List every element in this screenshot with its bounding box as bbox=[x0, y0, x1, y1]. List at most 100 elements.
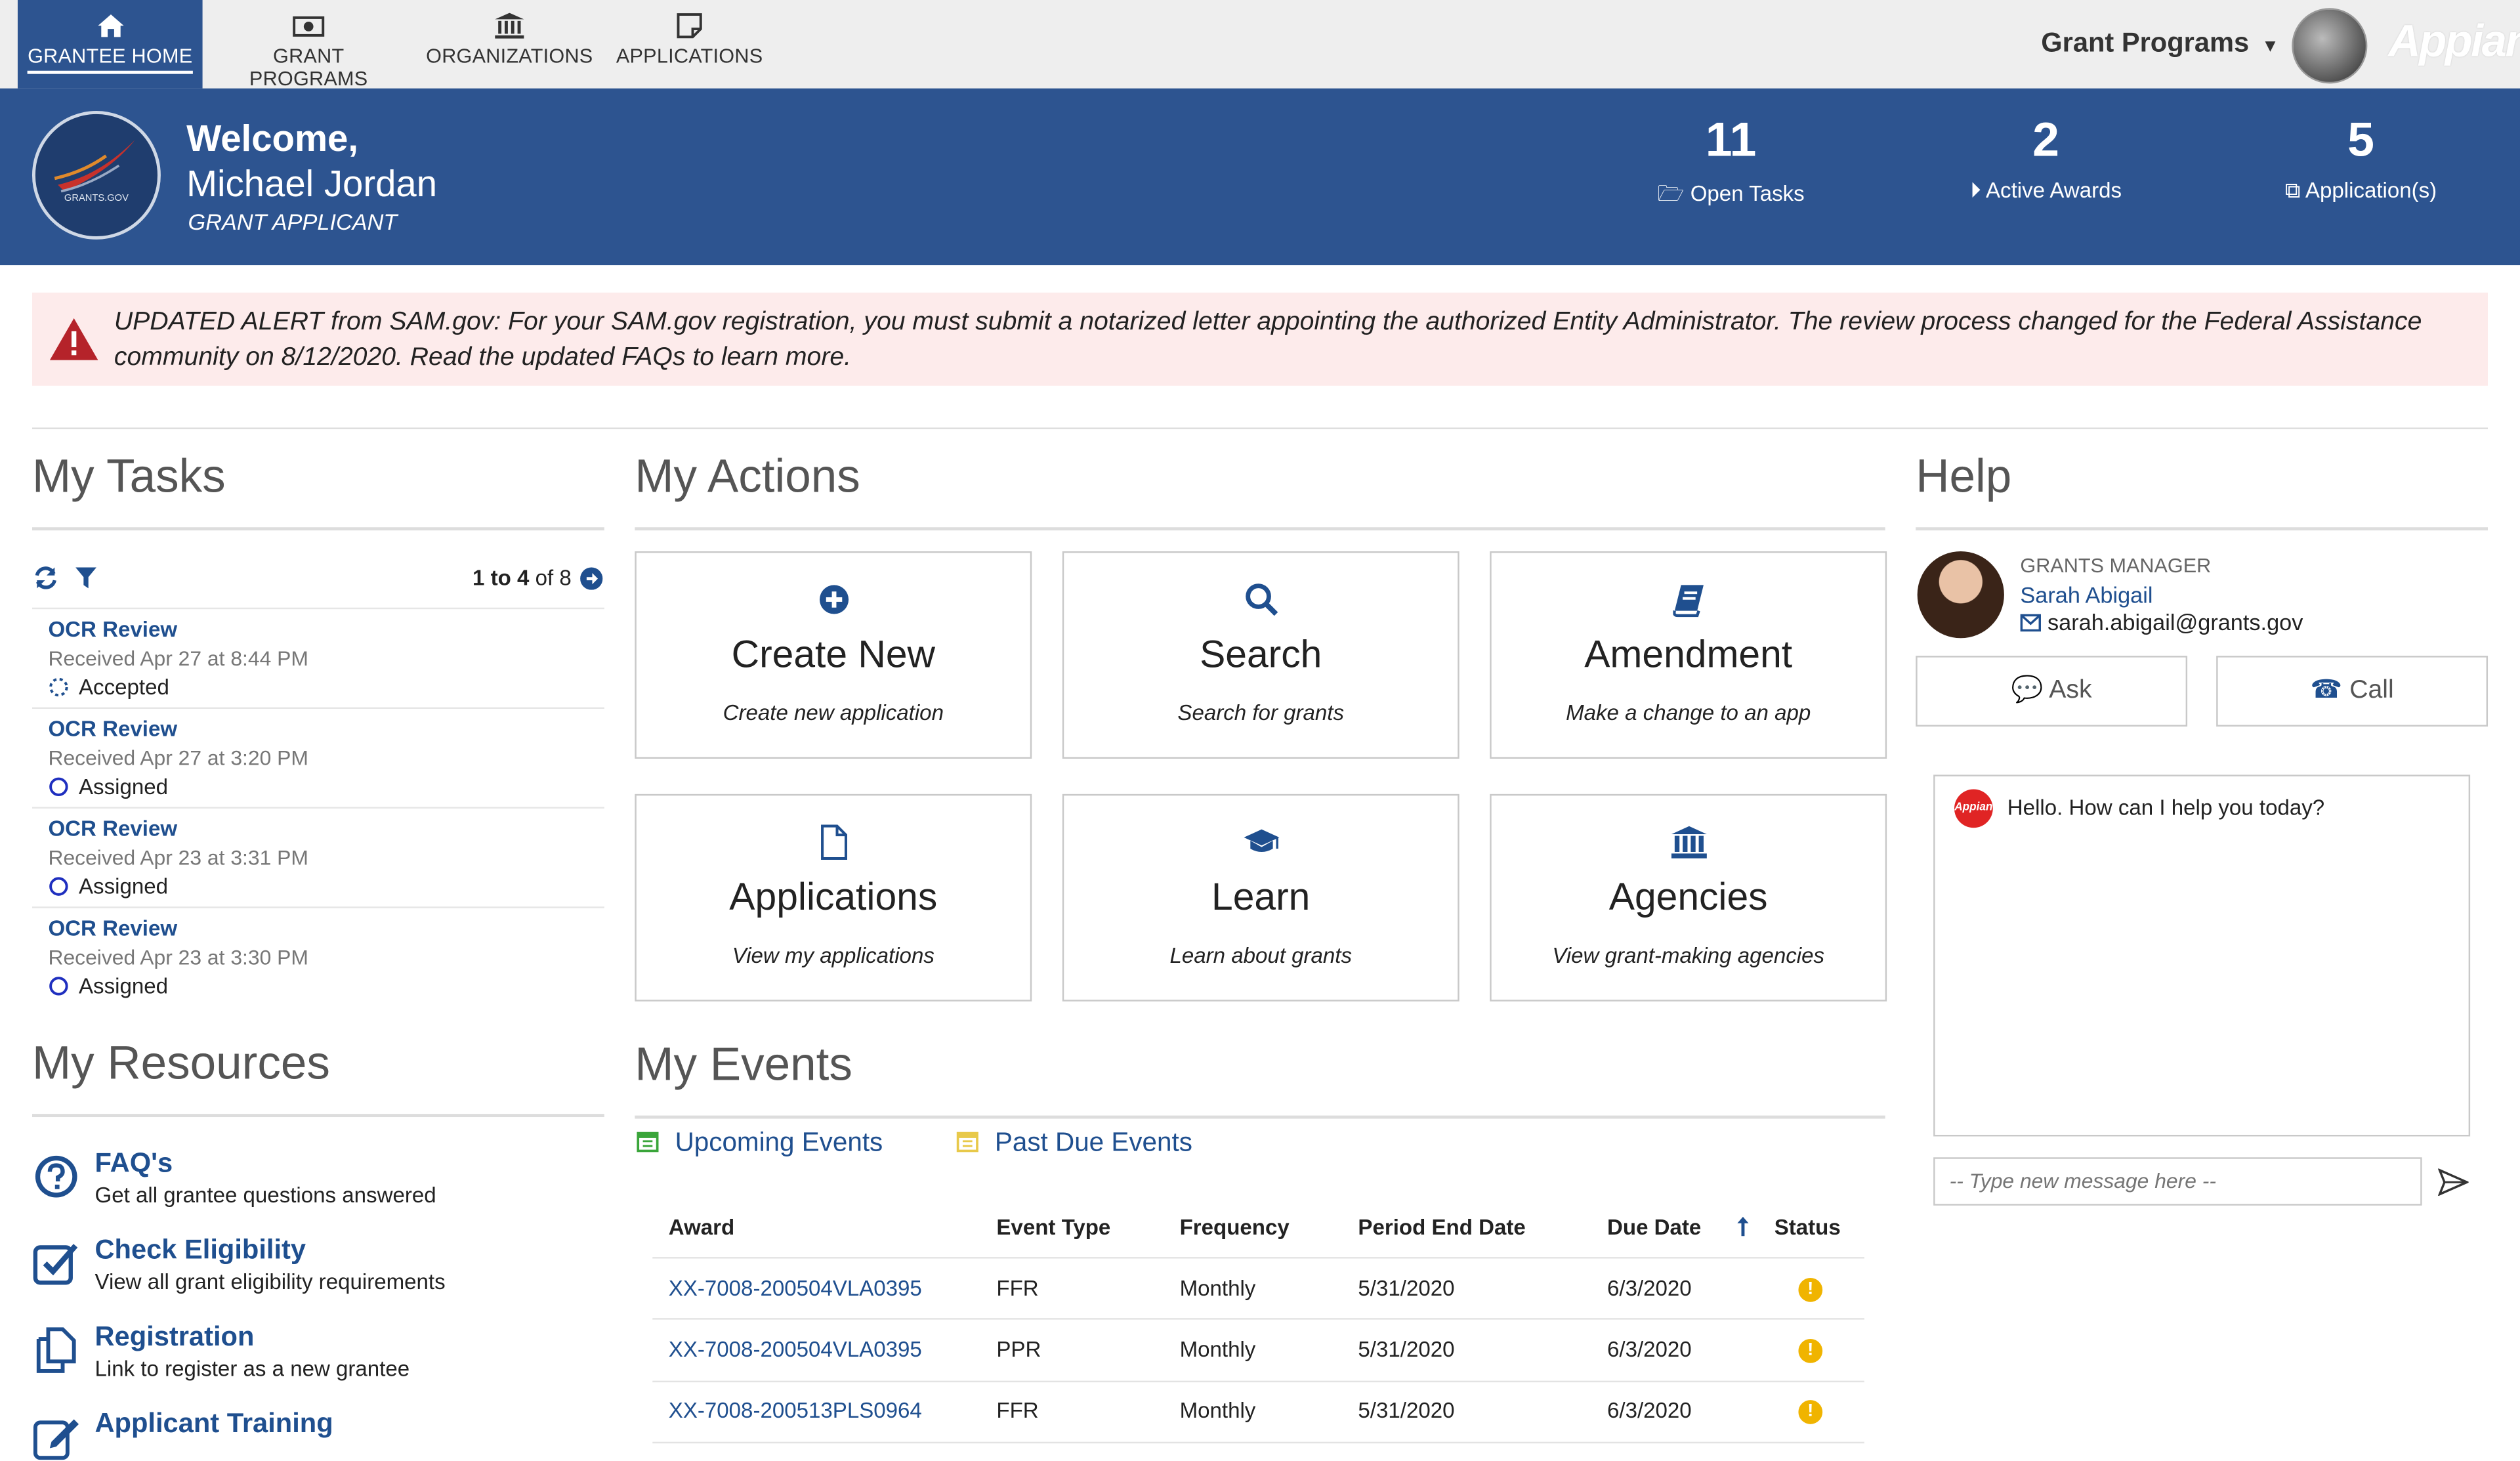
card-title: Agencies bbox=[1608, 876, 1768, 920]
chat-message-input[interactable] bbox=[1933, 1157, 2422, 1206]
task-title-link[interactable]: OCR Review bbox=[48, 816, 177, 841]
column-header-award[interactable]: Award bbox=[669, 1215, 734, 1239]
circle-outline-icon bbox=[49, 877, 68, 896]
column-header-event-type[interactable]: Event Type bbox=[996, 1215, 1110, 1239]
warning-icon: ! bbox=[1798, 1339, 1823, 1363]
home-icon bbox=[97, 14, 123, 37]
caret-down-icon: ▼ bbox=[2261, 37, 2279, 56]
task-received: Received Apr 23 at 3:30 PM bbox=[48, 945, 308, 969]
note-icon bbox=[677, 13, 702, 39]
warning-icon: ! bbox=[1798, 1277, 1823, 1302]
ask-button-label: Ask bbox=[2049, 677, 2092, 704]
bank-icon bbox=[1670, 826, 1706, 858]
search-icon bbox=[1244, 583, 1278, 616]
task-title-link[interactable]: OCR Review bbox=[48, 617, 177, 641]
stat-open-tasks[interactable]: 11 🗁 Open Tasks bbox=[1603, 114, 1860, 215]
action-card-search[interactable]: Search Search for grants bbox=[1062, 551, 1460, 759]
award-link[interactable]: XX-7008-200504VLA0395 bbox=[669, 1277, 922, 1301]
filter-icon[interactable] bbox=[75, 567, 96, 589]
column-header-status[interactable]: Status bbox=[1774, 1215, 1841, 1239]
event-type: PPR bbox=[996, 1337, 1041, 1362]
call-button[interactable]: ☎ Call bbox=[2216, 656, 2488, 727]
ask-button[interactable]: 💬 Ask bbox=[1916, 656, 2188, 727]
next-page-icon[interactable] bbox=[580, 567, 603, 590]
column-header-period-end-date[interactable]: Period End Date bbox=[1358, 1215, 1525, 1239]
resource-link-faqs[interactable]: FAQ's bbox=[94, 1148, 173, 1180]
task-pagination: 1 to 4 of 8 bbox=[472, 566, 572, 590]
card-subtitle: Make a change to an app bbox=[1566, 700, 1811, 725]
divider bbox=[32, 707, 604, 709]
refresh-icon[interactable] bbox=[33, 566, 58, 590]
divider bbox=[635, 527, 1885, 531]
resource-desc: Get all grantee questions answered bbox=[94, 1183, 436, 1208]
stat-value: 5 bbox=[2347, 114, 2375, 167]
envelope-icon bbox=[2020, 614, 2041, 632]
task-status: Accepted bbox=[79, 675, 169, 700]
chat-message: Hello. How can I help you today? bbox=[2007, 795, 2325, 820]
stat-active-awards[interactable]: 2 ⏵ Active Awards bbox=[1918, 114, 2175, 204]
my-resources-heading: My Resources bbox=[32, 1038, 330, 1090]
welcome-heading: Welcome, bbox=[186, 117, 359, 159]
frequency: Monthly bbox=[1179, 1337, 1256, 1362]
my-tasks-heading: My Tasks bbox=[32, 452, 226, 503]
question-circle-icon bbox=[35, 1155, 77, 1198]
warning-triangle-icon bbox=[49, 318, 98, 360]
award-link[interactable]: XX-7008-200513PLS0964 bbox=[669, 1399, 922, 1423]
tab-upcoming-events[interactable]: Upcoming Events bbox=[675, 1128, 883, 1159]
app-switcher-menu[interactable]: Grant Programs ▼ bbox=[2041, 28, 2279, 60]
chat-window: Appian Hello. How can I help you today? bbox=[1933, 774, 2471, 1137]
card-subtitle: Learn about grants bbox=[1169, 943, 1353, 968]
plus-circle-icon bbox=[818, 585, 848, 614]
tab-organizations[interactable]: ORGANIZATIONS bbox=[421, 0, 598, 89]
divider bbox=[32, 807, 604, 809]
stat-label: Application(s) bbox=[2305, 178, 2437, 203]
card-title: Learn bbox=[1211, 876, 1311, 920]
column-header-frequency[interactable]: Frequency bbox=[1180, 1215, 1290, 1239]
resource-desc: Link to register as a new grantee bbox=[94, 1356, 410, 1381]
task-title-link[interactable]: OCR Review bbox=[48, 717, 177, 741]
task-received: Received Apr 27 at 3:20 PM bbox=[48, 746, 308, 771]
manager-name-link[interactable]: Sarah Abigail bbox=[2020, 582, 2152, 608]
stat-label: Active Awards bbox=[1986, 178, 2122, 203]
folder-open-icon: 🗁 bbox=[1657, 181, 1685, 206]
award-link[interactable]: XX-7008-200504VLA0395 bbox=[669, 1338, 922, 1362]
due-date: 6/3/2020 bbox=[1607, 1276, 1692, 1301]
action-card-agencies[interactable]: Agencies View grant-making agencies bbox=[1490, 794, 1887, 1002]
tab-grantee-home[interactable]: GRANTEE HOME bbox=[17, 0, 203, 89]
stat-applications[interactable]: 5 ⧉ Application(s) bbox=[2233, 114, 2490, 204]
action-card-create-new[interactable]: Create New Create new application bbox=[635, 551, 1032, 759]
top-navigation: GRANTEE HOME GRANT PROGRAMS ORGANIZATION… bbox=[0, 0, 2520, 91]
appian-chat-badge: Appian bbox=[1954, 789, 1993, 828]
manager-email[interactable]: sarah.abigail@grants.gov bbox=[2048, 609, 2303, 635]
period-end-date: 5/31/2020 bbox=[1358, 1276, 1455, 1301]
user-avatar[interactable] bbox=[2292, 8, 2368, 84]
action-card-amendment[interactable]: Amendment Make a change to an app bbox=[1490, 551, 1887, 759]
stat-value: 11 bbox=[1705, 114, 1757, 167]
tab-applications[interactable]: APPLICATIONS bbox=[611, 0, 768, 89]
my-actions-heading: My Actions bbox=[635, 452, 860, 503]
chat-icon: 💬 bbox=[2011, 677, 2044, 704]
circle-outline-icon bbox=[49, 777, 68, 796]
resource-link-applicant-training[interactable]: Applicant Training bbox=[94, 1408, 333, 1440]
card-subtitle: View grant-making agencies bbox=[1552, 943, 1825, 968]
column-header-due-date[interactable]: Due Date bbox=[1607, 1215, 1701, 1239]
action-card-learn[interactable]: Learn Learn about grants bbox=[1062, 794, 1460, 1002]
tab-past-due-events[interactable]: Past Due Events bbox=[995, 1128, 1192, 1159]
sort-ascending-icon[interactable] bbox=[1736, 1215, 1750, 1237]
send-icon[interactable] bbox=[2438, 1168, 2469, 1196]
divider bbox=[32, 1114, 604, 1118]
action-card-applications[interactable]: Applications View my applications bbox=[635, 794, 1032, 1002]
tab-grant-programs[interactable]: GRANT PROGRAMS bbox=[212, 0, 405, 90]
resource-link-check-eligibility[interactable]: Check Eligibility bbox=[94, 1235, 306, 1267]
alert-message: UPDATED ALERT from SAM.gov: For your SAM… bbox=[114, 308, 2422, 371]
due-date: 6/3/2020 bbox=[1607, 1398, 1692, 1423]
divider bbox=[652, 1257, 1864, 1259]
card-title: Create New bbox=[731, 633, 935, 677]
stat-value: 2 bbox=[2032, 114, 2060, 167]
divider bbox=[32, 527, 604, 531]
task-title-link[interactable]: OCR Review bbox=[48, 916, 177, 941]
appian-logo: Appian bbox=[2388, 16, 2520, 66]
pagination-total: of 8 bbox=[535, 566, 572, 590]
manager-role: GRANTS MANAGER bbox=[2020, 554, 2212, 578]
resource-link-registration[interactable]: Registration bbox=[94, 1321, 254, 1353]
